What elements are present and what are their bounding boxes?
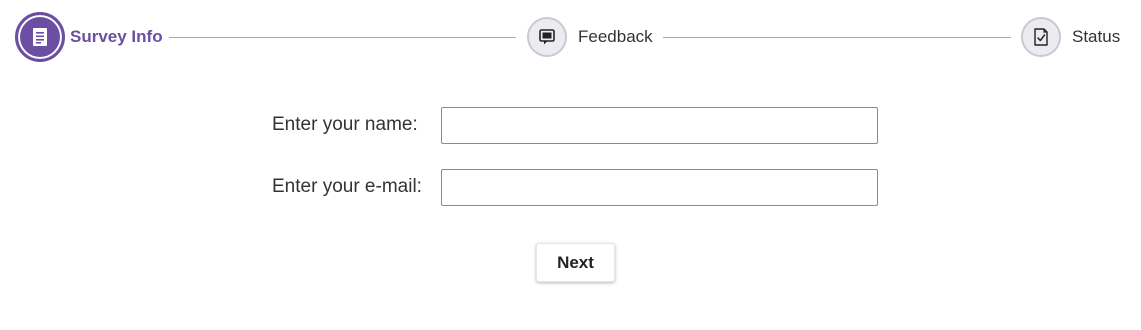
step-circle-inactive (527, 17, 567, 57)
step-status[interactable]: Status (1021, 17, 1120, 57)
step-circle-active (15, 12, 65, 62)
email-row: Enter your e-mail: (0, 169, 1141, 209)
step-label-survey-info: Survey Info (70, 27, 163, 46)
name-row: Enter your name: (0, 107, 1141, 147)
survey-page: Survey Info Feedback Status Enter your n… (0, 0, 1141, 330)
chat-bubble-icon (539, 29, 555, 45)
progress-stepper: Survey Info Feedback Status (0, 0, 1141, 74)
step-connector (169, 37, 516, 38)
name-input[interactable] (441, 107, 878, 144)
step-label-feedback: Feedback (578, 27, 653, 46)
email-label: Enter your e-mail: (272, 176, 422, 197)
step-label-status: Status (1072, 27, 1121, 46)
name-label: Enter your name: (272, 114, 418, 135)
next-button[interactable]: Next (536, 243, 615, 282)
document-list-icon (33, 28, 47, 46)
step-circle-inactive (1021, 17, 1061, 57)
step-connector (663, 37, 1011, 38)
checklist-icon (1034, 28, 1048, 46)
step-survey-info[interactable]: Survey Info (15, 12, 163, 62)
step-feedback[interactable]: Feedback (527, 17, 653, 57)
email-input[interactable] (441, 169, 878, 206)
